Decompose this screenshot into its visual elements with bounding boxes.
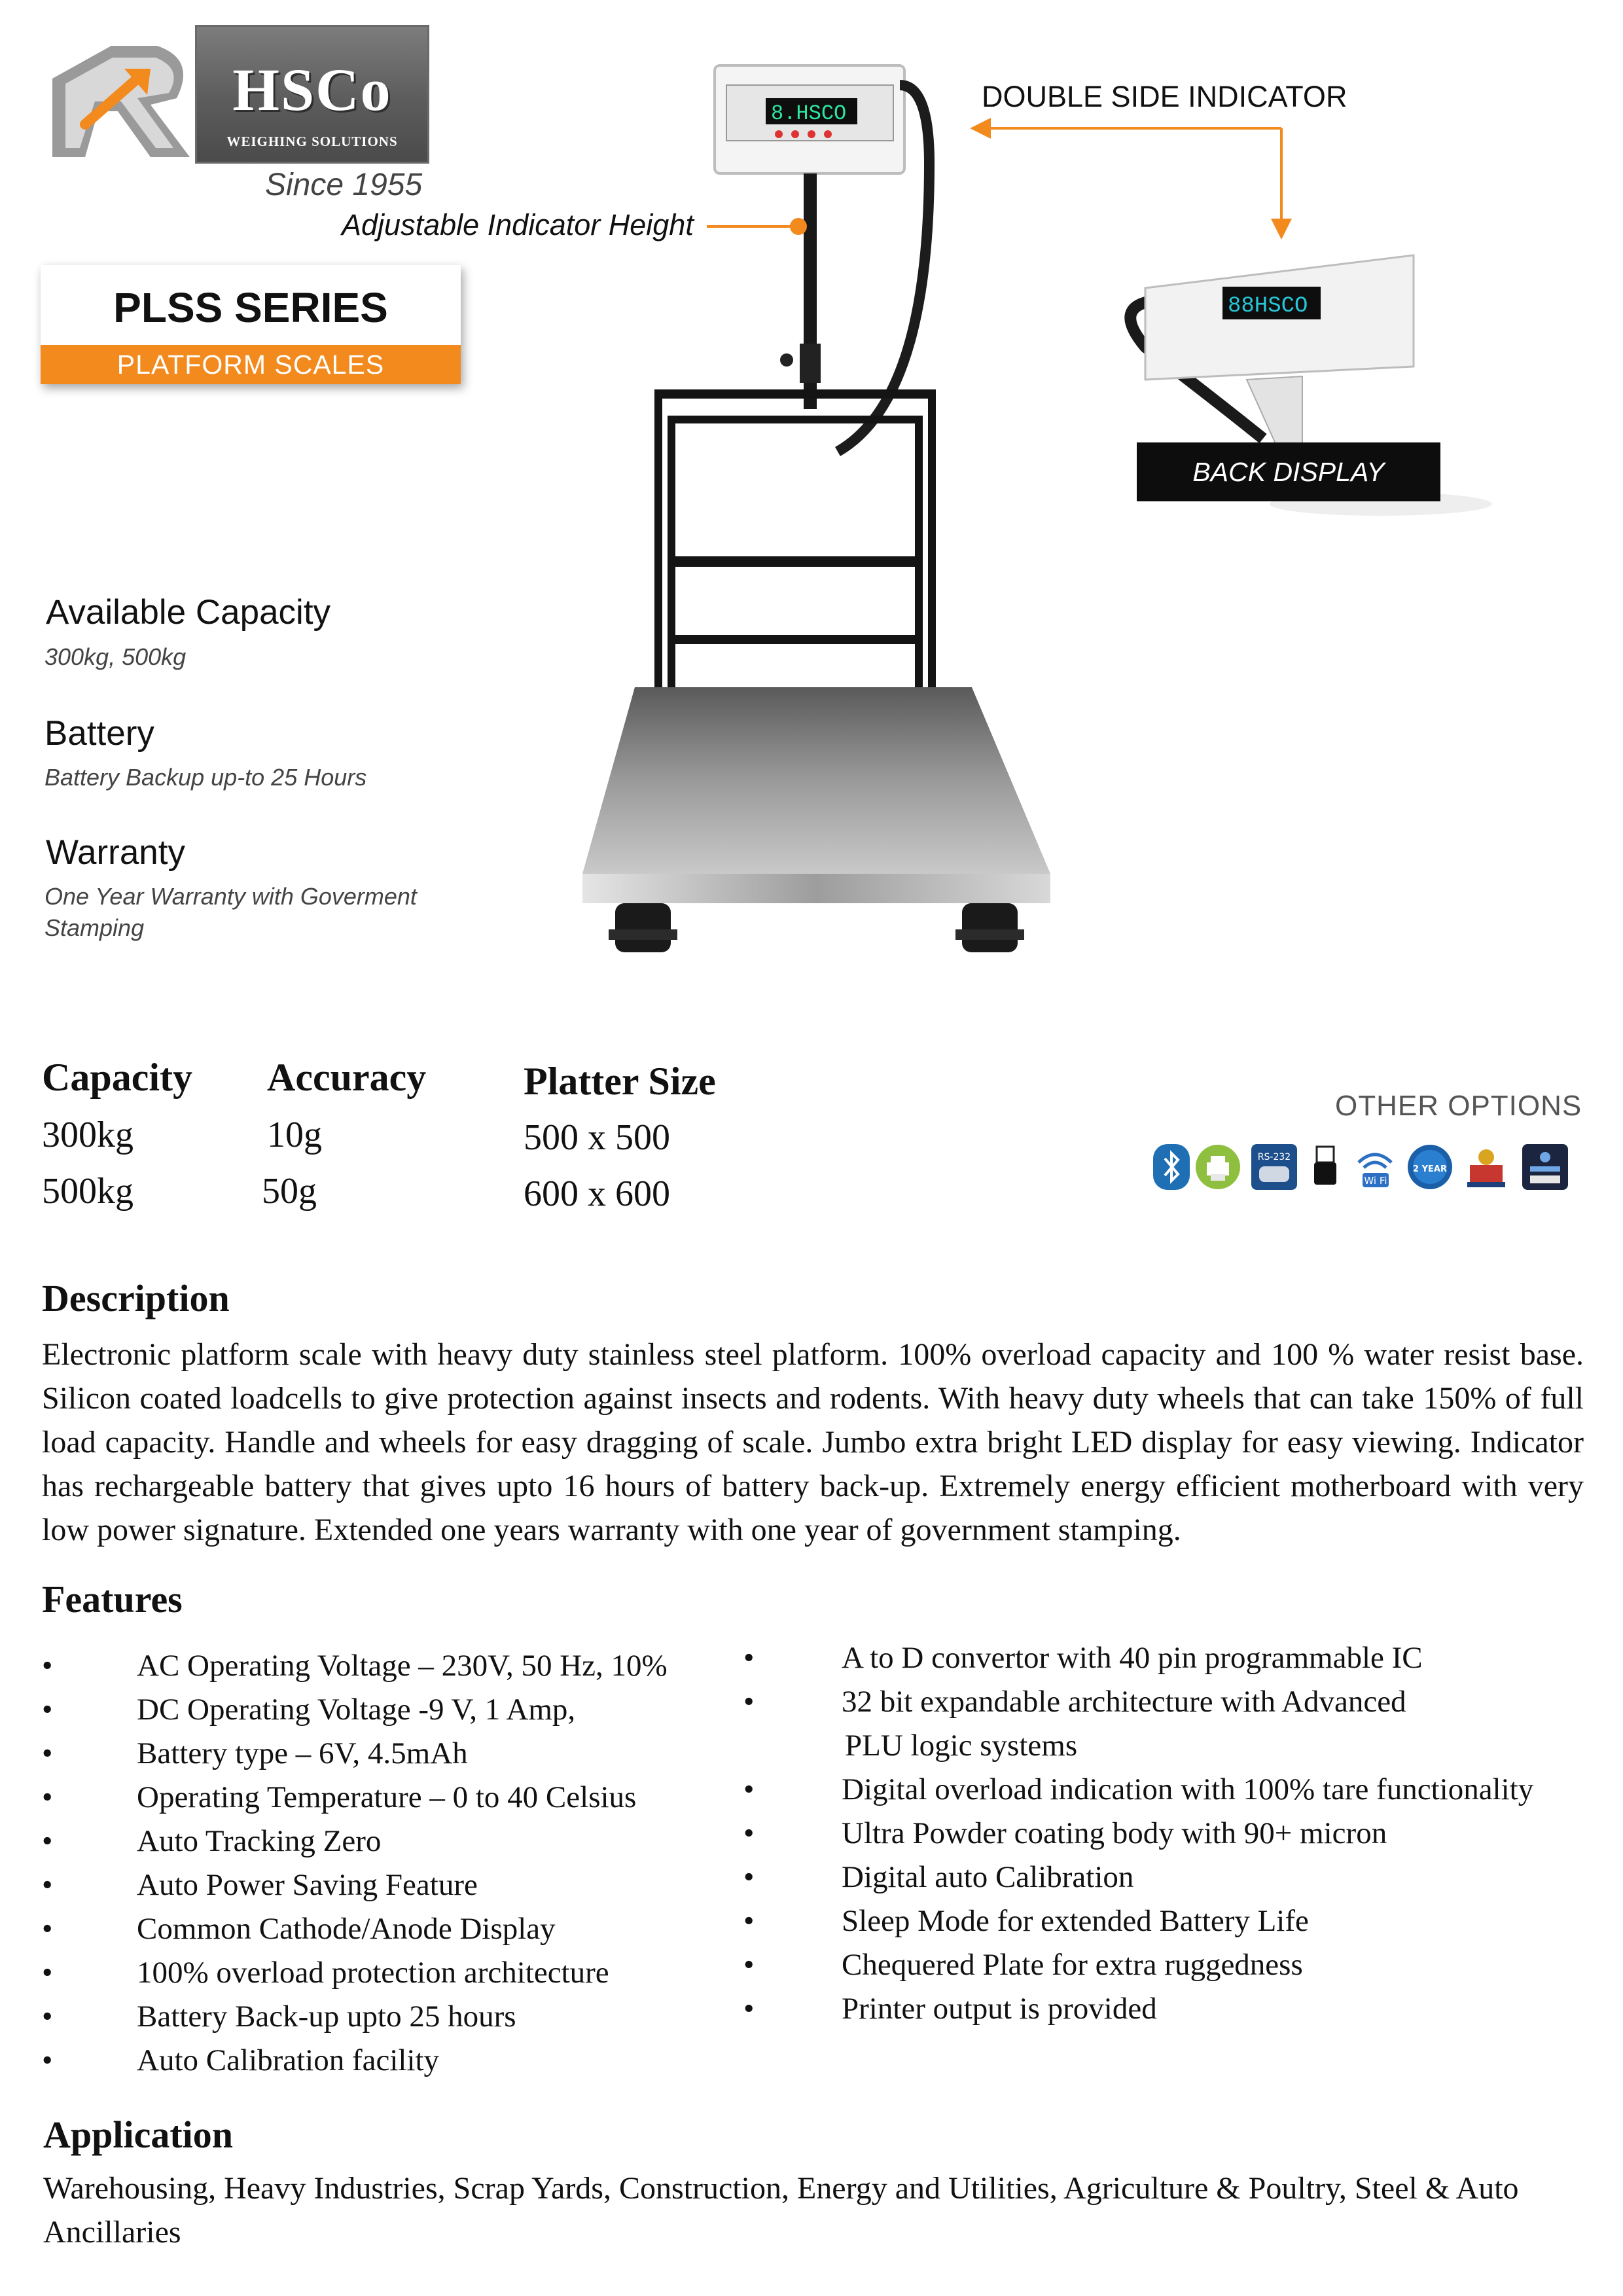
logo-tagline: WEIGHING SOLUTIONS xyxy=(226,134,398,149)
table-header-capacity: Capacity xyxy=(42,1056,192,1099)
back-display-label: BACK DISPLAY xyxy=(1137,442,1440,501)
list-item: • Battery Back-up upto 25 hours xyxy=(42,2000,516,2034)
spec-capacity-value: 300kg, 500kg xyxy=(45,643,187,670)
table-header-platter-size: Platter Size xyxy=(524,1060,716,1103)
wifi-text: Wi Fi xyxy=(1364,1175,1387,1187)
description-text: Electronic platform scale with heavy dut… xyxy=(42,1337,1584,1547)
wifi-icon: Wi Fi xyxy=(1357,1153,1393,1187)
double-side-indicator-label: DOUBLE SIDE INDICATOR xyxy=(982,80,1347,113)
list-item: • A to D convertor with 40 pin programmab… xyxy=(743,1641,1423,1675)
list-item: • Auto Calibration facility xyxy=(42,2043,440,2077)
adjustable-height-pointer xyxy=(707,218,807,235)
government-stamp-icon xyxy=(1467,1149,1505,1187)
features-heading: Features xyxy=(42,1578,183,1621)
adjustable-height-label: Adjustable Indicator Height xyxy=(342,208,694,242)
list-item: • Digital auto Calibration xyxy=(743,1860,1134,1894)
series-band: PLATFORM SCALES xyxy=(41,345,461,384)
warranty-2-year-icon: 2 YEAR xyxy=(1408,1145,1452,1189)
application-heading: Application xyxy=(43,2113,234,2156)
spec-battery-value: Battery Backup up-to 25 Hours xyxy=(45,764,367,791)
table-cell-accuracy-2: 50g xyxy=(262,1171,317,1211)
list-item: • 100% overload protection architecture xyxy=(42,1956,609,1990)
bluetooth-icon xyxy=(1153,1144,1190,1190)
table-cell-capacity-1: 300kg xyxy=(42,1115,134,1155)
description-heading: Description xyxy=(42,1277,230,1319)
logo-emblem-icon xyxy=(52,46,190,157)
svg-text:88HSCO: 88HSCO xyxy=(1228,294,1308,319)
series-title: PLSS SERIES xyxy=(113,284,388,331)
warranty-text: 2 YEAR xyxy=(1413,1164,1447,1174)
application-text: Warehousing, Heavy Industries, Scrap Yar… xyxy=(43,2171,1519,2250)
list-item: • Digital overload indication with 100% t… xyxy=(743,1772,1534,1806)
logo-name: HSCo xyxy=(232,56,392,123)
spec-battery-label: Battery xyxy=(45,714,154,753)
list-item: • Operating Temperature – 0 to 40 Celsius xyxy=(42,1780,637,1814)
list-item: • Common Cathode/Anode Display xyxy=(42,1912,556,1946)
list-item: • DC Operating Voltage -9 V, 1 Amp, xyxy=(42,1693,576,1727)
list-item: • Printer output is provided xyxy=(743,1992,1157,2026)
list-item: PLU logic systems xyxy=(845,1729,1078,1763)
logo-box: HSCo WEIGHING SOLUTIONS xyxy=(195,25,429,164)
since-text: Since 1955 xyxy=(265,168,423,202)
list-item: • Ultra Powder coating body with 90+ micr… xyxy=(743,1816,1387,1850)
rs232-icon: RS-232 xyxy=(1251,1144,1297,1190)
other-options-title: OTHER OPTIONS xyxy=(1335,1090,1582,1122)
spec-warranty-label: Warranty xyxy=(46,833,186,872)
features-left-list: • AC Operating Voltage – 230V, 50 Hz, 10%… xyxy=(42,1644,736,2083)
spec-capacity-label: Available Capacity xyxy=(46,593,331,632)
list-item: • AC Operating Voltage – 230V, 50 Hz, 10% xyxy=(42,1649,668,1683)
display-icon xyxy=(1522,1144,1568,1190)
table-header-accuracy: Accuracy xyxy=(267,1056,427,1099)
list-item: • Chequered Plate for extra ruggedness xyxy=(743,1948,1303,1982)
table-cell-accuracy-1: 10g xyxy=(267,1115,322,1155)
double-side-arrow xyxy=(970,118,1292,240)
list-item: • Auto Tracking Zero xyxy=(42,1824,382,1858)
table-cell-capacity-2: 500kg xyxy=(42,1171,134,1211)
list-item: • Sleep Mode for extended Battery Life xyxy=(743,1904,1309,1938)
list-item: • Battery type – 6V, 4.5mAh xyxy=(42,1736,468,1770)
rs232-text: RS-232 xyxy=(1258,1152,1291,1162)
list-item: • Auto Power Saving Feature xyxy=(42,1868,478,1902)
features-right-list: • A to D convertor with 40 pin programmab… xyxy=(743,1636,1594,2031)
spec-warranty-value: One Year Warranty with Goverment Stampin… xyxy=(45,883,417,941)
usb-icon xyxy=(1314,1145,1336,1185)
svg-text:8.HSCO: 8.HSCO xyxy=(771,101,846,126)
series-badge: PLSS SERIES PLATFORM SCALES xyxy=(41,265,461,384)
series-subtitle: PLATFORM SCALES xyxy=(116,350,385,380)
printer-icon xyxy=(1196,1145,1240,1189)
list-item: • 32 bit expandable architecture with Adv… xyxy=(743,1685,1406,1719)
table-cell-platter-1: 500 x 500 xyxy=(524,1117,670,1158)
table-cell-platter-2: 600 x 600 xyxy=(524,1174,670,1214)
